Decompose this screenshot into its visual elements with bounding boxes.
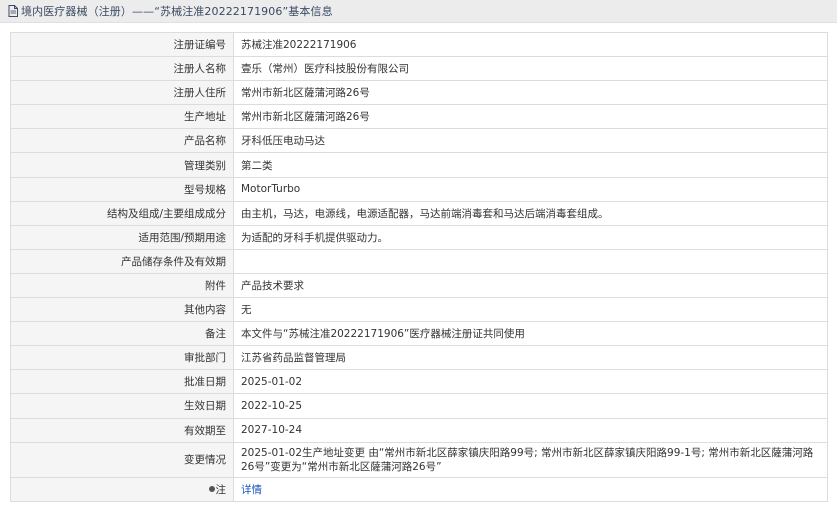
row-value: 2025-01-02: [233, 369, 828, 395]
row-label: 注册证编号: [10, 31, 234, 58]
table-row: 结构及组成/主要组成成分 由主机，马达，电源线，电源适配器，马达前端消毒套和马达后…: [10, 200, 828, 226]
row-value: 由主机，马达，电源线，电源适配器，马达前端消毒套和马达后端消毒套组成。: [233, 200, 828, 226]
row-label: 生产地址: [10, 104, 234, 130]
table-row: 管理类别 第二类: [10, 152, 828, 178]
document-icon: [8, 5, 18, 17]
row-label: 有效期至: [10, 417, 234, 443]
row-label: 审批部门: [10, 345, 234, 371]
row-label: 产品储存条件及有效期: [10, 248, 234, 274]
row-value: 2027-10-24: [233, 417, 828, 443]
row-label: 备注: [10, 321, 234, 347]
note-label: 注: [215, 483, 227, 496]
row-value: 苏械注准20222171906: [233, 31, 828, 58]
note-label-cell: 注: [10, 476, 234, 502]
table-row: 注册人住所 常州市新北区薩蒲河路26号: [10, 80, 828, 106]
row-label: 附件: [10, 272, 234, 299]
row-value: 产品技术要求: [233, 272, 828, 299]
row-value: 为适配的牙科手机提供驱动力。: [233, 224, 828, 250]
row-label: 管理类别: [10, 152, 234, 178]
row-value: 牙科低压电动马达: [233, 128, 828, 154]
table-row: 其他内容无: [10, 297, 828, 323]
row-label: 其他内容: [10, 297, 234, 323]
row-value: 本文件与“苏械注准20222171906”医疗器械注册证共同使用: [233, 321, 828, 347]
row-value: MotorTurbo: [233, 176, 828, 202]
row-label: 产品名称: [10, 128, 234, 154]
table-row: 注册人名称 壹乐（常州）医疗科技股份有限公司: [10, 56, 828, 82]
note-row: 注 详情: [10, 476, 828, 502]
row-value: 2022-10-25: [233, 393, 828, 419]
row-label: 变更情况: [10, 441, 234, 478]
row-label: 适用范围/预期用途: [10, 224, 234, 250]
row-value: 江苏省药品监督管理局: [233, 345, 828, 371]
row-label: 生效日期: [10, 393, 234, 419]
page-header: 境内医疗器械（注册）——“苏械注准20222171906”基本信息: [0, 0, 837, 23]
row-label: 型号规格: [10, 176, 234, 202]
info-table: 注册证编号 苏械注准20222171906 注册人名称 壹乐（常州）医疗科技股份有限公…: [10, 31, 828, 502]
table-row: 有效期至 2027-10-24: [10, 417, 828, 443]
details-link[interactable]: 详情: [241, 484, 262, 496]
table-row: 备注 本文件与“苏械注准20222171906”医疗器械注册证共同使用: [10, 321, 828, 347]
row-value: 壹乐（常州）医疗科技股份有限公司: [233, 56, 828, 82]
row-label: 批准日期: [10, 369, 234, 395]
page-title: 境内医疗器械（注册）——“苏械注准20222171906”基本信息: [21, 5, 333, 18]
row-value: 无: [233, 297, 828, 323]
table-row: 批准日期 2025-01-02: [10, 369, 828, 395]
table-row: 审批部门 江苏省药品监督管理局: [10, 345, 828, 371]
table-row: 附件 产品技术要求: [10, 272, 828, 299]
row-label: 注册人名称: [10, 56, 234, 82]
table-row: 适用范围/预期用途 为适配的牙科手机提供驱动力。: [10, 224, 828, 250]
row-value: [233, 248, 828, 274]
row-value: 2025-01-02生产地址变更 由“常州市新北区薛家镇庆阳路99号; 常州市新…: [233, 441, 828, 478]
table-row: 产品储存条件及有效期: [10, 248, 828, 274]
table-row: 注册证编号 苏械注准20222171906: [10, 31, 828, 58]
table-row: 生产地址 常州市新北区薩蒲河路26号: [10, 104, 828, 130]
row-label: 结构及组成/主要组成成分: [10, 200, 234, 226]
row-value: 第二类: [233, 152, 828, 178]
row-label: 注册人住所: [10, 80, 234, 106]
table-row: 型号规格 MotorTurbo: [10, 176, 828, 202]
row-value: 常州市新北区薩蒲河路26号: [233, 80, 828, 106]
row-value: 常州市新北区薩蒲河路26号: [233, 104, 828, 130]
table-row: 产品名称 牙科低压电动马达: [10, 128, 828, 154]
pin-icon: [208, 485, 215, 492]
table-row: 生效日期 2022-10-25: [10, 393, 828, 419]
table-row: 变更情况 2025-01-02生产地址变更 由“常州市新北区薛家镇庆阳路99号; …: [10, 441, 828, 478]
note-value-cell: 详情: [233, 476, 828, 502]
